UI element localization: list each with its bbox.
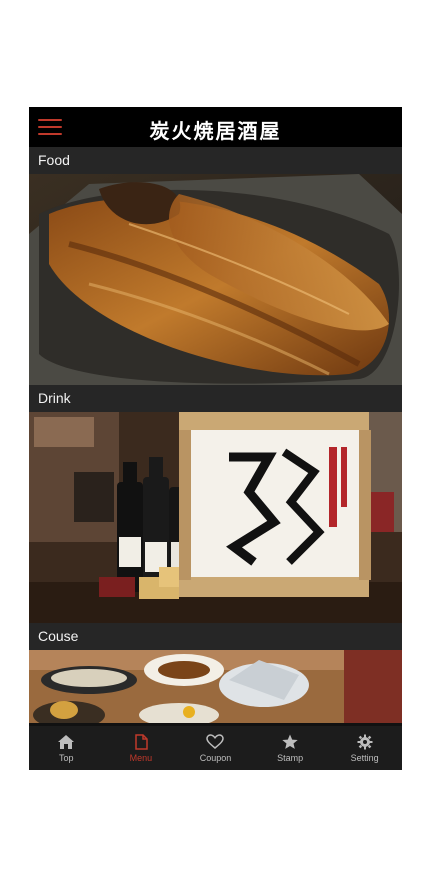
menu-page-icon [135,734,148,750]
star-icon [282,734,298,749]
tab-label-setting: Setting [350,753,379,763]
category-drink[interactable]: Drink [29,385,402,623]
tab-menu[interactable]: Menu [104,726,179,770]
tab-label-menu: Menu [129,753,153,763]
section-header-food: Food [29,147,402,174]
tab-label-coupon: Coupon [199,753,232,763]
app-screen: 炭火焼居酒屋 Food Drink Couse Top Menu Coupon … [29,107,402,770]
grilled-fish-photo[interactable] [29,174,402,385]
tab-label-stamp: Stamp [277,753,304,763]
tab-coupon[interactable]: Coupon [178,726,253,770]
bottom-tab-bar: Top Menu Coupon Stamp Setting [29,726,402,770]
category-food[interactable]: Food [29,147,402,385]
tab-top[interactable]: Top [29,726,104,770]
tab-setting[interactable]: Setting [327,726,402,770]
home-icon [58,735,75,749]
tab-label-top: Top [59,753,74,763]
sake-barrel-photo[interactable] [29,412,402,623]
section-header-course: Couse [29,623,402,650]
course-meal-photo[interactable] [29,650,402,723]
tab-stamp[interactable]: Stamp [253,726,328,770]
heart-icon [206,734,225,749]
app-title: 炭火焼居酒屋 [149,119,282,143]
gear-icon [357,734,373,750]
section-header-drink: Drink [29,385,402,412]
menu-category-list: Food Drink Couse [29,147,402,726]
app-header: 炭火焼居酒屋 [29,107,402,147]
category-course[interactable]: Couse [29,623,402,723]
